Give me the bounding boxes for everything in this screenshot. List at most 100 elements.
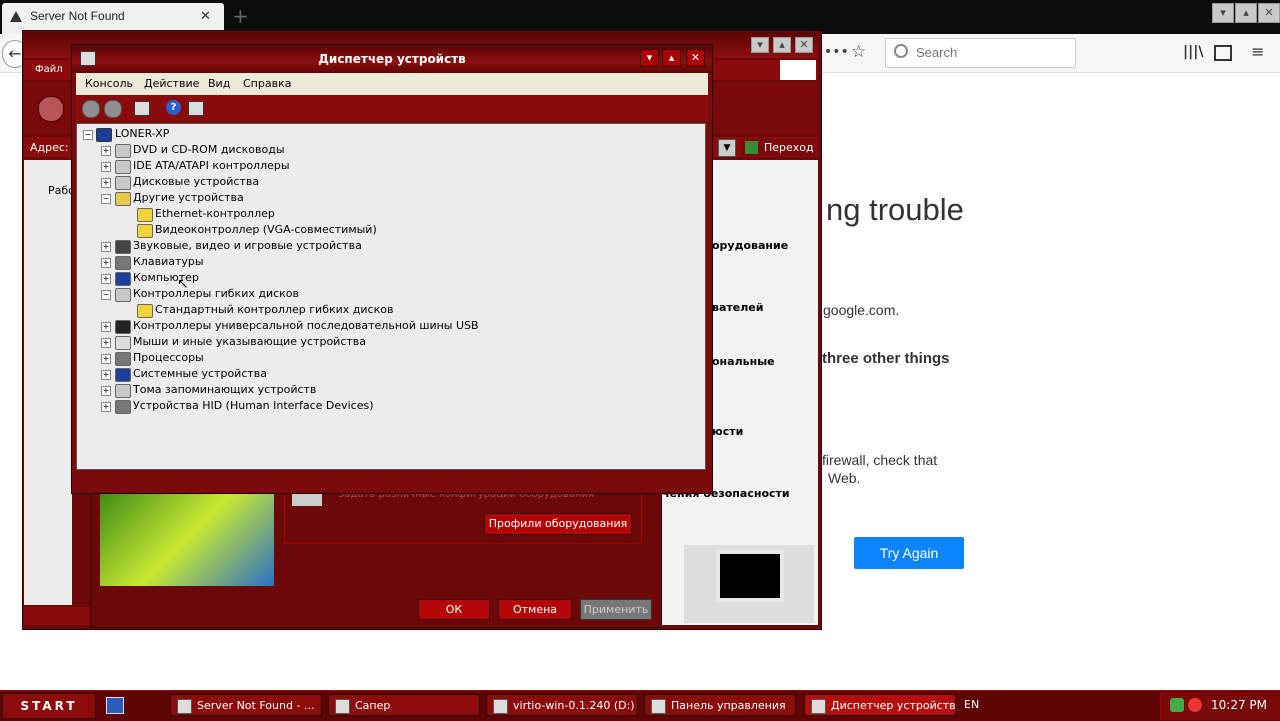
dm-maximize-button[interactable]: ▴ [662, 49, 681, 67]
floppy-controller-icon [115, 288, 131, 302]
cp-close-button[interactable]: ✕ [795, 37, 813, 53]
ok-button[interactable]: ОК [418, 599, 490, 620]
cp-menu-file[interactable]: Файл [35, 64, 63, 75]
tree-expander[interactable]: + [101, 402, 111, 412]
tree-item[interactable]: Клавиатуры [133, 254, 204, 270]
tree-expander[interactable]: − [101, 194, 111, 204]
search-input[interactable] [885, 38, 1076, 68]
new-tab-button[interactable]: + [232, 4, 249, 28]
tree-item[interactable]: DVD и CD-ROM дисководы [133, 142, 285, 158]
tree-item[interactable]: Стандартный контроллер гибких дисков [155, 302, 393, 318]
minimize-button[interactable]: ▾ [1212, 3, 1234, 23]
tree-expander[interactable]: + [101, 274, 111, 284]
taskbar-firefox[interactable]: Server Not Found - ... [170, 694, 322, 716]
menu-console[interactable]: Консоль [85, 77, 133, 90]
error-text-2: three other things [822, 350, 950, 367]
hid-icon [115, 400, 131, 414]
tree-expander[interactable]: + [101, 354, 111, 364]
menu-action[interactable]: Действие [144, 77, 199, 90]
close-button[interactable]: ✕ [1258, 3, 1280, 23]
device-manager-window: Диспетчер устройств ▾ ▴ ✕ Консоль Действ… [71, 44, 713, 494]
tree-expander[interactable]: − [101, 290, 111, 300]
cp-back-icon[interactable] [38, 96, 64, 122]
tree-expander[interactable]: + [101, 162, 111, 172]
storage-volume-icon [115, 384, 131, 398]
apply-button[interactable]: Применить [580, 599, 652, 620]
sidebar-icon[interactable] [1214, 45, 1232, 61]
security-tray-icon[interactable] [1188, 698, 1202, 712]
tree-item[interactable]: IDE ATA/ATAPI контроллеры [133, 158, 290, 174]
language-indicator[interactable]: EN [964, 698, 979, 711]
tree-item[interactable]: Другие устройства [133, 190, 244, 206]
help-icon[interactable]: ? [166, 100, 181, 115]
taskbar-control-panel[interactable]: Панель управления [644, 694, 796, 716]
network-tray-icon[interactable] [1170, 698, 1184, 712]
cp-minimize-button[interactable]: ▾ [751, 37, 769, 53]
tree-item[interactable]: Тома запоминающих устройств [133, 382, 316, 398]
cp-address-dropdown[interactable]: ▼ [718, 139, 736, 157]
menu-help[interactable]: Справка [243, 77, 291, 90]
cp-maximize-button[interactable]: ▴ [773, 37, 791, 53]
properties-icon[interactable] [188, 101, 204, 116]
hw-profiles-button[interactable]: Профили оборудования [484, 513, 632, 535]
tab-close-icon[interactable]: ✕ [200, 9, 211, 24]
back-icon[interactable] [82, 100, 100, 118]
taskbar-virtio[interactable]: virtio-win-0.1.240 (D:) [486, 694, 638, 716]
tree-expander[interactable]: + [101, 322, 111, 332]
computer-icon [96, 128, 112, 142]
folder-icon [493, 699, 508, 714]
error-text-4: Web. [828, 470, 861, 486]
tree-item[interactable]: Ethernet-контроллер [155, 206, 275, 222]
tree-item[interactable]: Устройства HID (Human Interface Devices) [133, 398, 374, 414]
usb-icon [115, 320, 131, 334]
tree-expander[interactable]: + [101, 258, 111, 268]
taskbar-item-label: virtio-win-0.1.240 (D:) [513, 699, 635, 712]
try-again-button[interactable]: Try Again [854, 537, 964, 569]
quick-launch-icon[interactable] [106, 697, 124, 714]
tree-expander[interactable]: + [101, 242, 111, 252]
tree-item[interactable]: Мыши и иные указывающие устройства [133, 334, 366, 350]
menu-view[interactable]: Вид [208, 77, 230, 90]
taskbar-item-label: Панель управления [671, 699, 786, 712]
disk-drive-icon [115, 176, 131, 190]
tree-item[interactable]: Звуковые, видео и игровые устройства [133, 238, 362, 254]
maximize-button[interactable]: ▴ [1235, 3, 1257, 23]
mouse-icon [115, 336, 131, 350]
tree-item[interactable]: Контроллеры гибких дисков [133, 286, 299, 302]
taskbar-device-manager[interactable]: Диспетчер устройств [804, 694, 956, 716]
tree-expander[interactable]: + [101, 178, 111, 188]
tree-expander[interactable]: + [101, 338, 111, 348]
bookmark-star-icon[interactable]: ☆ [851, 42, 866, 62]
start-button[interactable]: START [2, 693, 96, 719]
cancel-button[interactable]: Отмена [498, 599, 572, 620]
menu-icon[interactable]: ≡ [1251, 42, 1264, 61]
tree-item[interactable]: Дисковые устройства [133, 174, 259, 190]
error-title: ng trouble [826, 192, 964, 227]
firefox-icon [177, 699, 192, 714]
cp-scrollbar[interactable] [24, 607, 90, 625]
tree-item[interactable]: Компьютер [133, 270, 199, 286]
tree-item[interactable]: Контроллеры универсальной последовательн… [133, 318, 479, 334]
warning-icon [137, 208, 153, 222]
search-placeholder: Search [916, 45, 958, 60]
forward-icon[interactable] [104, 100, 122, 118]
dm-minimize-button[interactable]: ▾ [640, 49, 659, 67]
cp-right-text-4: юсти [712, 425, 744, 438]
warning-icon [137, 224, 153, 238]
tree-expander[interactable]: + [101, 386, 111, 396]
tree-item[interactable]: Процессоры [133, 350, 204, 366]
device-manager-icon [811, 699, 826, 714]
taskbar-minesweeper[interactable]: Сапер [328, 694, 480, 716]
console-tree-icon[interactable] [134, 101, 150, 116]
dm-close-button[interactable]: ✕ [686, 49, 705, 67]
library-icon[interactable]: |||\ [1183, 44, 1203, 60]
wallpaper-preview [100, 490, 274, 586]
tree-expander[interactable]: + [101, 370, 111, 380]
tree-root[interactable]: LONER-XP [115, 126, 169, 142]
tree-item[interactable]: Видеоконтроллер (VGA-совместимый) [155, 222, 377, 238]
root-expander[interactable]: − [83, 130, 93, 140]
device-tree[interactable]: − LONER-XP + DVD и CD-ROM дисководы + IDE A… [76, 123, 706, 470]
tree-expander[interactable]: + [101, 146, 111, 156]
page-actions-icon[interactable]: ••• [824, 44, 849, 60]
tree-item[interactable]: Системные устройства [133, 366, 267, 382]
